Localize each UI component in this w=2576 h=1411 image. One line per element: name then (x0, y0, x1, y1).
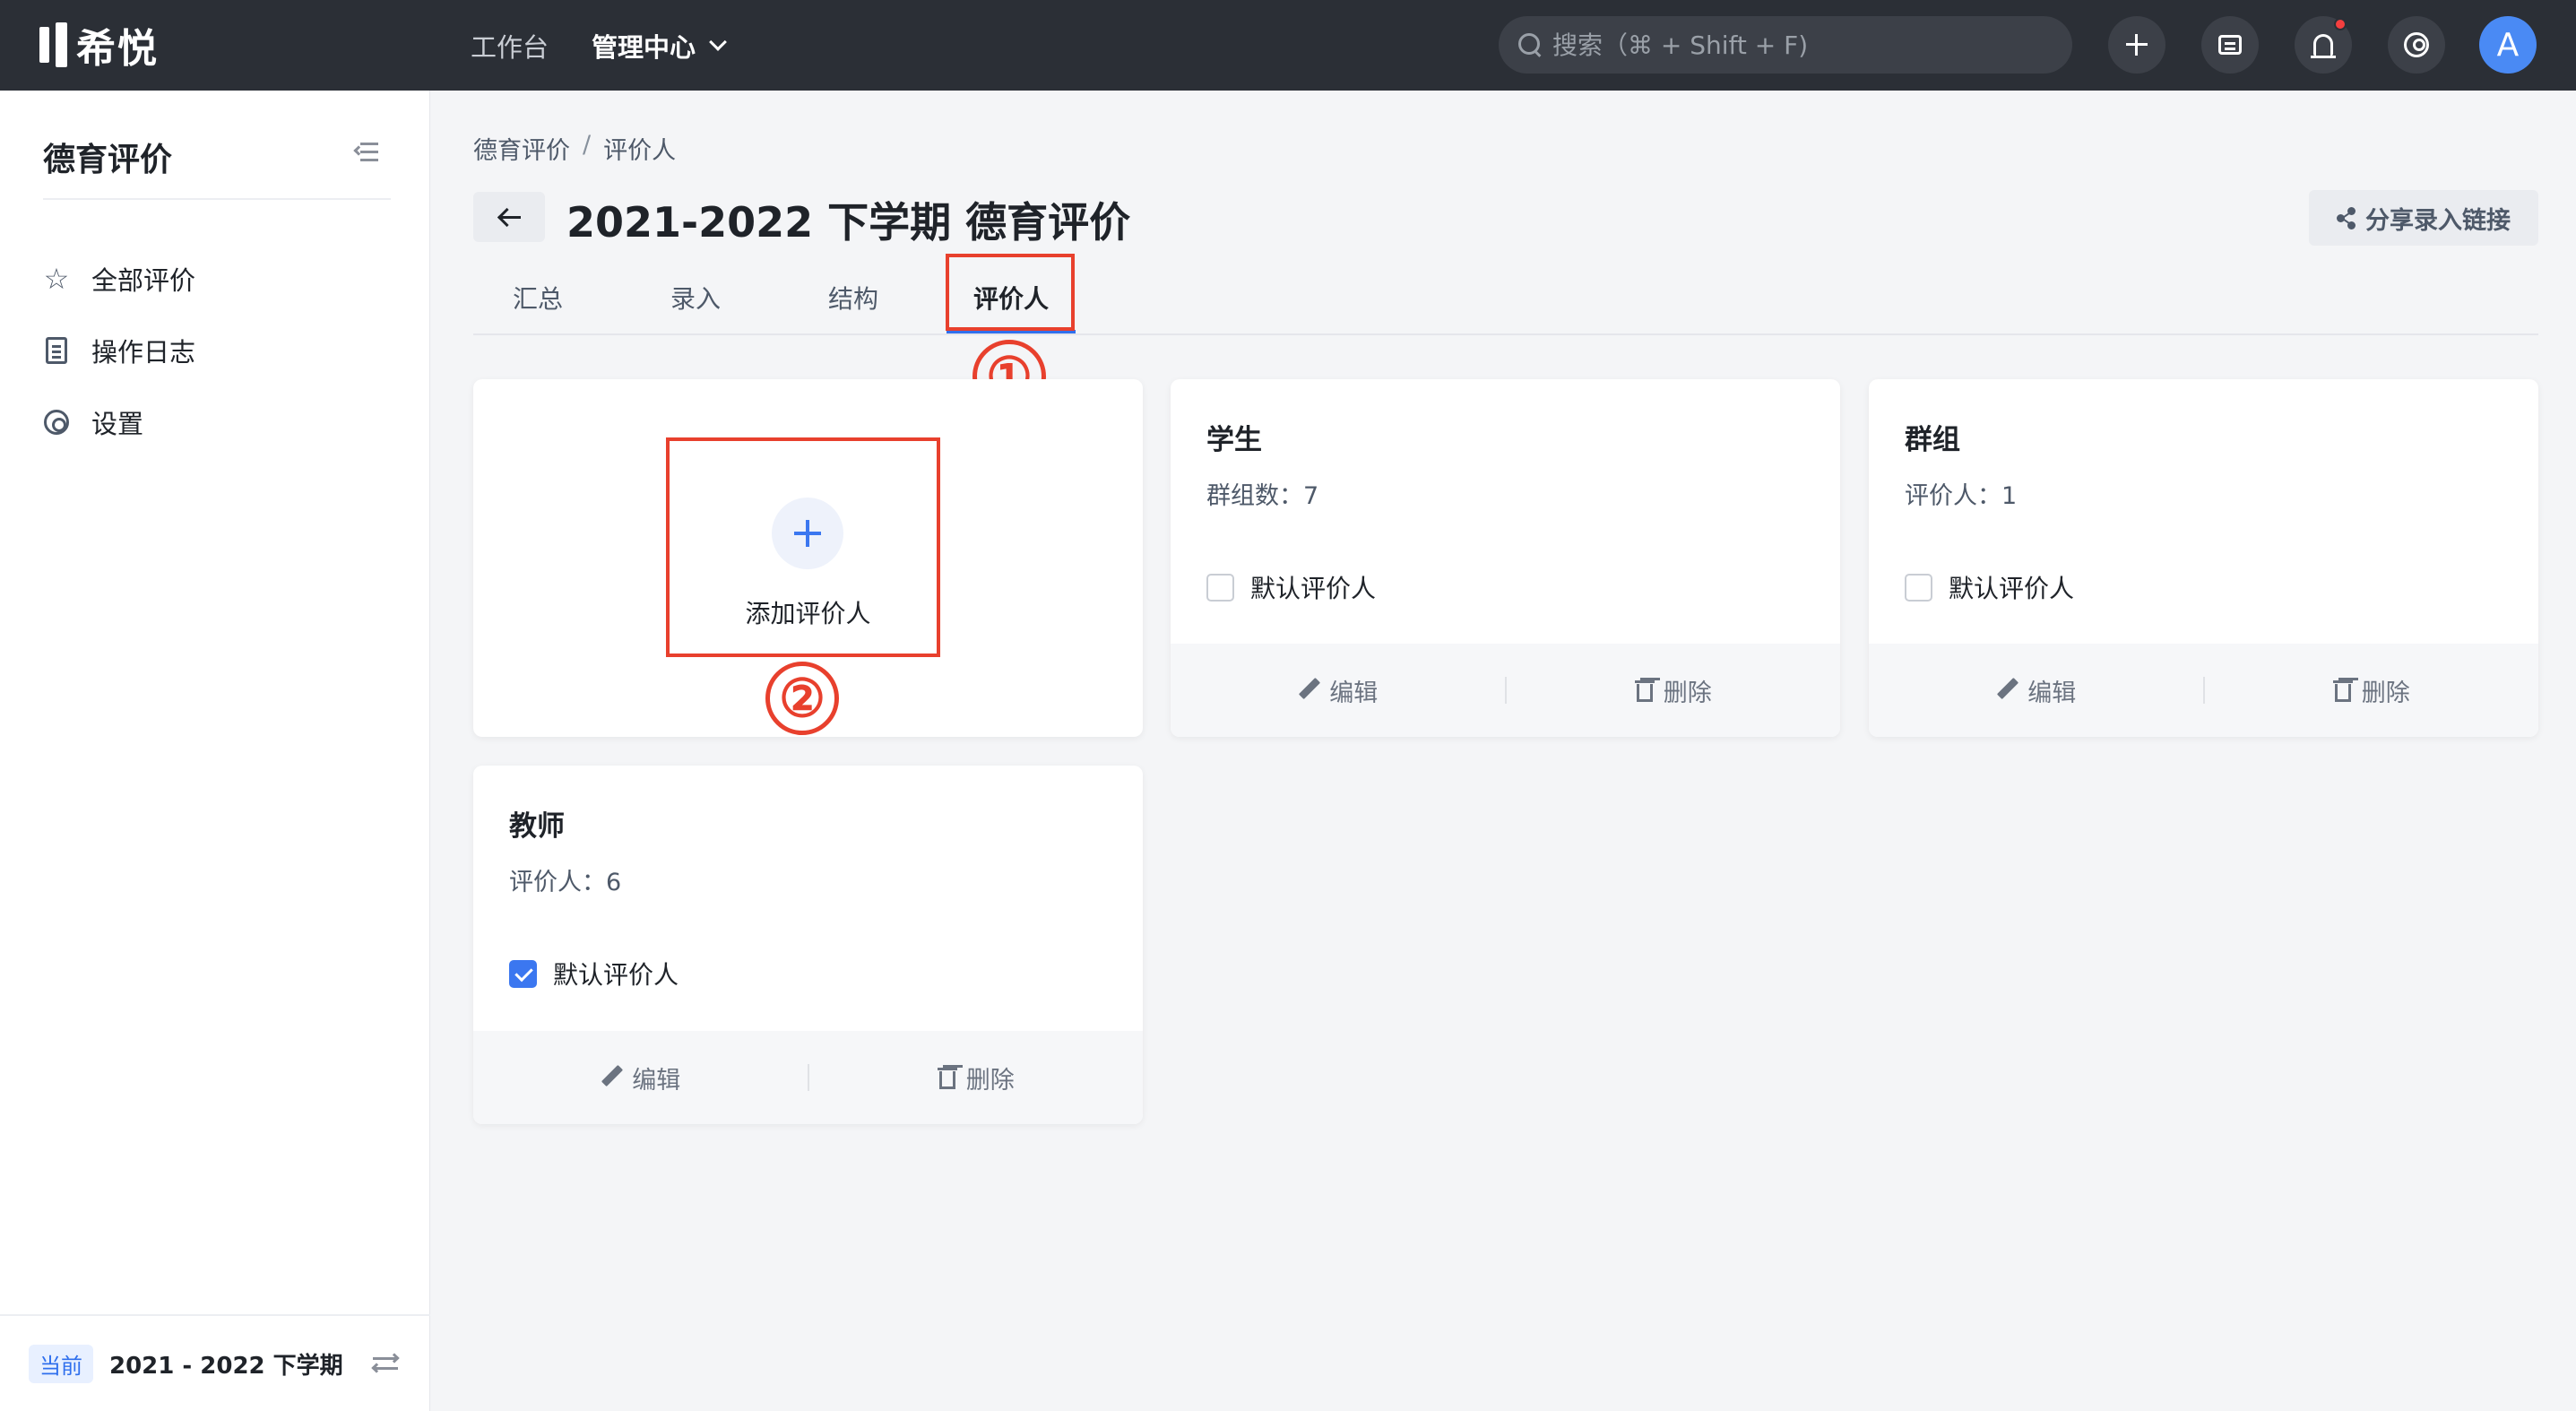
search-icon (1517, 31, 1543, 58)
default-evaluator-label: 默认评价人 (1949, 574, 2075, 603)
page-title: 2021-2022 下学期 德育评价 (566, 198, 1131, 247)
delete-button[interactable]: 删除 (1507, 673, 1841, 708)
term-switcher[interactable]: 当前 2021 - 2022 下学期 (0, 1314, 430, 1411)
delete-label: 删除 (1663, 679, 1712, 707)
chat-icon (2218, 35, 2242, 55)
arrow-left-icon (497, 207, 521, 227)
card-meta: 评价人：6 (509, 869, 622, 896)
card-actions: 编辑 删除 (1869, 644, 2538, 737)
tab-summary[interactable]: 汇总 (513, 280, 563, 316)
breadcrumb: 德育评价 / 评价人 (473, 131, 676, 166)
delete-label: 删除 (965, 1066, 1015, 1095)
sidebar-item-settings[interactable]: 设置 (41, 386, 195, 458)
back-button[interactable] (473, 192, 545, 242)
nav-admin-center[interactable]: 管理中心 (592, 27, 727, 65)
notifications-button[interactable] (2295, 16, 2352, 74)
top-nav: 工作台 管理中心 (471, 0, 727, 91)
sidebar-item-operation-log[interactable]: 操作日志 (41, 315, 195, 386)
document-icon (41, 335, 72, 366)
tab-bar: 汇总 录入 结构 评价人 (473, 267, 2538, 335)
top-bar: 希悦 工作台 管理中心 A (0, 0, 2576, 91)
checkbox[interactable] (1206, 573, 1234, 602)
sidebar-item-label: 全部评价 (91, 265, 196, 296)
pencil-icon (600, 1066, 623, 1089)
default-evaluator-checkbox[interactable]: 默认评价人 (1206, 569, 1376, 605)
sidebar-item-all-evaluations[interactable]: ☆ 全部评价 (41, 243, 195, 315)
annotation-number-2: ② (765, 662, 839, 735)
edit-label: 编辑 (1329, 679, 1379, 707)
trash-icon (2332, 679, 2353, 702)
share-entry-link-button[interactable]: 分享录入链接 (2309, 190, 2538, 246)
nav-workbench[interactable]: 工作台 (471, 27, 549, 65)
annotation-box-1 (946, 254, 1075, 331)
edit-button[interactable]: 编辑 (473, 1060, 808, 1095)
breadcrumb-separator: / (583, 131, 592, 159)
share-icon (2337, 207, 2356, 229)
pencil-icon (1995, 679, 2018, 702)
card-actions: 编辑 删除 (473, 1031, 1143, 1124)
default-evaluator-checkbox[interactable]: 默认评价人 (509, 956, 679, 991)
trash-icon (1634, 679, 1655, 702)
swap-icon[interactable] (371, 1353, 400, 1373)
card-meta: 群组数：7 (1206, 482, 1319, 510)
plus-icon (2126, 34, 2148, 56)
share-entry-link-label: 分享录入链接 (2365, 206, 2511, 235)
sidebar-item-label: 操作日志 (91, 337, 196, 368)
sidebar-title: 德育评价 (43, 142, 173, 178)
app-logo[interactable]: 希悦 (39, 20, 159, 72)
card-actions: 编辑 删除 (1171, 644, 1840, 737)
logo-text: 希悦 (76, 26, 159, 72)
trash-icon (937, 1066, 957, 1089)
nav-admin-center-label: 管理中心 (592, 31, 696, 63)
edit-label: 编辑 (632, 1066, 681, 1095)
checkbox[interactable] (1905, 573, 1932, 602)
edit-button[interactable]: 编辑 (1869, 673, 2203, 708)
breadcrumb-item-evaluators: 评价人 (603, 137, 677, 165)
messages-button[interactable] (2201, 16, 2259, 74)
evaluator-card-teachers: 教师 评价人：6 默认评价人 编辑 删除 (473, 766, 1143, 1124)
avatar[interactable]: A (2479, 16, 2537, 74)
breadcrumb-item-moral-evaluation[interactable]: 德育评价 (473, 131, 570, 166)
checkbox-checked[interactable] (509, 959, 537, 988)
gear-icon (41, 407, 72, 437)
default-evaluator-checkbox[interactable]: 默认评价人 (1905, 569, 2074, 605)
logo-icon (39, 22, 67, 67)
bell-icon (2311, 34, 2336, 58)
sidebar-item-label: 设置 (91, 409, 144, 439)
default-evaluator-label: 默认评价人 (553, 960, 679, 990)
annotation-box-2 (666, 437, 940, 657)
delete-button[interactable]: 删除 (2205, 673, 2539, 708)
global-search[interactable] (1499, 16, 2072, 74)
edit-button[interactable]: 编辑 (1171, 673, 1505, 708)
tab-entry[interactable]: 录入 (670, 280, 721, 316)
star-icon: ☆ (43, 262, 70, 296)
edit-label: 编辑 (2027, 679, 2077, 707)
create-button[interactable] (2108, 16, 2165, 74)
user-circle-icon (2404, 32, 2429, 57)
collapse-sidebar-icon[interactable] (353, 143, 378, 162)
account-button[interactable] (2388, 16, 2445, 74)
delete-button[interactable]: 删除 (809, 1060, 1144, 1095)
sidebar: 德育评价 ☆ 全部评价 操作日志 设置 当前 2021 - 2022 下学期 (0, 91, 430, 1411)
chevron-down-icon (709, 32, 727, 51)
sidebar-divider (43, 198, 391, 200)
delete-label: 删除 (2361, 679, 2410, 707)
evaluator-card-groups: 群组 评价人：1 默认评价人 编辑 删除 (1869, 379, 2538, 737)
default-evaluator-label: 默认评价人 (1250, 574, 1377, 603)
current-badge: 当前 (29, 1344, 93, 1383)
tab-structure[interactable]: 结构 (828, 280, 878, 316)
card-title: 群组 (1905, 424, 1960, 456)
evaluator-card-students: 学生 群组数：7 默认评价人 编辑 删除 (1171, 379, 1840, 737)
card-meta: 评价人：1 (1905, 482, 2018, 510)
search-input[interactable] (1552, 30, 2054, 60)
notification-dot (2334, 18, 2347, 30)
card-title: 学生 (1206, 424, 1262, 456)
sidebar-menu: ☆ 全部评价 操作日志 设置 (41, 243, 195, 458)
pencil-icon (1297, 679, 1320, 702)
current-term: 2021 - 2022 下学期 (109, 1352, 343, 1380)
card-title: 教师 (509, 810, 565, 843)
